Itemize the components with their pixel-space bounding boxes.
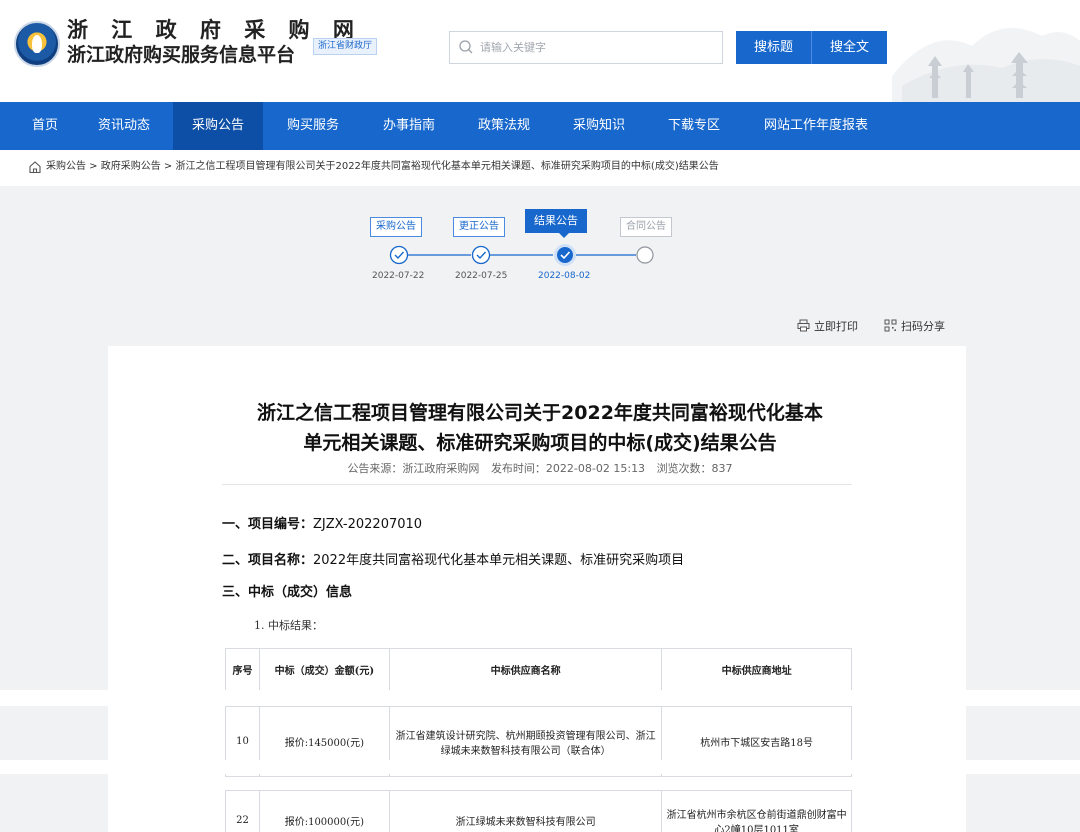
nav-item-policy[interactable]: 政策法规 (466, 102, 542, 150)
screenshot-gap (0, 690, 1080, 706)
qr-code-icon (884, 319, 897, 332)
column-header: 中标供应商地址 (661, 648, 852, 691)
column-header: 中标供应商名称 (388, 648, 663, 691)
home-icon[interactable] (28, 160, 42, 174)
step-tag-correction[interactable]: 更正公告 (453, 217, 505, 237)
search-icon (459, 40, 473, 54)
step-date-correction: 2022-07-25 (455, 271, 508, 281)
award-result-heading: 1. 中标结果： (254, 619, 323, 632)
notice-publish-time: 发布时间：2022-08-02 15:13 (490, 462, 646, 475)
step-pending-circle-icon (636, 246, 654, 264)
notice-title-line1: 浙江之信工程项目管理有限公司关于2022年度共同富裕现代化基本 (257, 402, 823, 424)
cell-index: 22 (225, 790, 260, 832)
nav-item-guide[interactable]: 办事指南 (371, 102, 447, 150)
main-nav: 首页 资讯动态 采购公告 购买服务 办事指南 政策法规 采购知识 下载专区 网站… (0, 102, 1080, 150)
notice-title: 浙江之信工程项目管理有限公司关于2022年度共同富裕现代化基本 单元相关课题、标… (0, 398, 1080, 458)
column-header: 中标（成交）金额(元) (258, 648, 390, 691)
cell-address: 浙江省杭州市余杭区仓前街道鼎创财富中心2幢10层1011室 (661, 790, 852, 832)
search-title-button[interactable]: 搜标题 (736, 31, 811, 64)
table-header-row: 序号 中标（成交）金额(元) 中标供应商名称 中标供应商地址 (225, 648, 852, 691)
step-tag-result[interactable]: 结果公告 (525, 209, 587, 233)
site-logo[interactable] (14, 21, 60, 67)
pagoda-landscape-decoration (892, 28, 1080, 102)
nav-item-annual-report[interactable]: 网站工作年度报表 (752, 102, 880, 150)
notice-source: 公告来源：浙江政府采购网 (347, 462, 480, 475)
nav-item-home[interactable]: 首页 (24, 102, 66, 150)
step-tag-contract[interactable]: 合同公告 (620, 217, 672, 237)
table-row: 22 报价:100000(元) 浙江绿城未来数智科技有限公司 浙江省杭州市余杭区… (225, 790, 852, 832)
section-label: 一、项目编号： (222, 517, 314, 532)
screenshot-gap (0, 760, 1080, 774)
cell-supplier: 浙江绿城未来数智科技有限公司 (388, 790, 663, 832)
step-done-check-icon (389, 245, 409, 265)
site-header: 浙 江 政 府 采 购 网 浙江政府购买服务信息平台 浙江省财政厅 搜标题 搜全… (0, 0, 1080, 102)
section-label: 三、中标（成交）信息 (222, 585, 353, 600)
print-button[interactable]: 立即打印 (797, 318, 858, 334)
step-progress (389, 244, 654, 266)
share-label: 扫码分享 (901, 320, 945, 333)
section-project-name: 二、项目名称：2022年度共同富裕现代化基本单元相关课题、标准研究采购项目 (222, 549, 684, 568)
cell-amount: 报价:100000(元) (258, 790, 390, 832)
section-project-number: 一、项目编号：ZJZX-202207010 (222, 513, 422, 532)
table-spacer-row (226, 777, 852, 791)
print-label: 立即打印 (814, 320, 858, 333)
printer-icon (797, 319, 810, 332)
column-header: 序号 (225, 648, 260, 691)
nav-item-purchase-services[interactable]: 购买服务 (275, 102, 351, 150)
divider (222, 484, 852, 485)
step-current-check-icon (554, 244, 576, 266)
notice-meta: 公告来源：浙江政府采购网 发布时间：2022-08-02 15:13 浏览次数：… (0, 460, 1080, 476)
dept-badge: 浙江省财政厅 (313, 38, 378, 55)
section-award-info: 三、中标（成交）信息 (222, 581, 352, 600)
section-label: 二、项目名称： (222, 553, 314, 568)
site-subname: 浙江政府购买服务信息平台 (67, 44, 296, 66)
nav-item-procurement-notices[interactable]: 采购公告 (173, 102, 263, 150)
step-date-result: 2022-08-02 (538, 271, 591, 281)
notice-title-line2: 单元相关课题、标准研究采购项目的中标(成交)结果公告 (303, 432, 777, 454)
breadcrumb[interactable]: 采购公告 > 政府采购公告 > 浙江之信工程项目管理有限公司关于2022年度共同… (46, 159, 719, 175)
award-result-table: 序号 中标（成交）金额(元) 中标供应商名称 中标供应商地址 10 报价:145… (225, 648, 852, 832)
step-tag-procurement[interactable]: 采购公告 (370, 217, 422, 237)
nav-item-downloads[interactable]: 下载专区 (656, 102, 732, 150)
search-box (449, 31, 723, 64)
nav-item-knowledge[interactable]: 采购知识 (561, 102, 637, 150)
project-name: 2022年度共同富裕现代化基本单元相关课题、标准研究采购项目 (313, 553, 685, 568)
step-done-check-icon (471, 245, 491, 265)
qr-share-button[interactable]: 扫码分享 (884, 318, 945, 334)
notice-views: 浏览次数：837 (656, 462, 733, 475)
step-date-procurement: 2022-07-22 (372, 271, 425, 281)
search-fulltext-button[interactable]: 搜全文 (811, 31, 887, 64)
search-input[interactable] (480, 32, 720, 63)
project-number: ZJZX-202207010 (313, 517, 423, 532)
nav-item-news[interactable]: 资讯动态 (86, 102, 162, 150)
